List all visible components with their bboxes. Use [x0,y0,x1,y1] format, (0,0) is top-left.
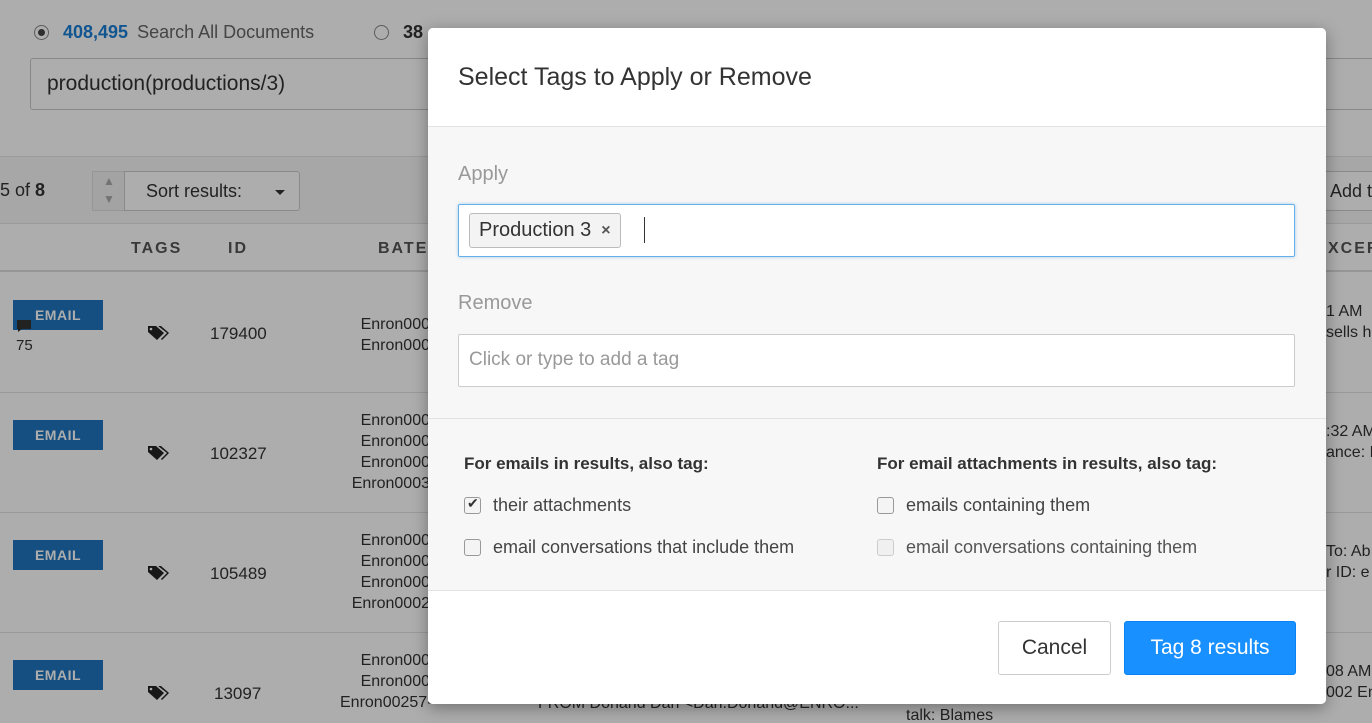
tag-attachments-option[interactable]: their attachments [464,495,631,516]
option-label: email conversations that include them [493,537,795,557]
cancel-button[interactable]: Cancel [998,621,1111,675]
apply-tag-input[interactable]: Production 3 × [458,204,1295,257]
tag-conversations-checkbox[interactable] [464,539,481,556]
tag-modal: Select Tags to Apply or Remove Apply Pro… [428,28,1326,704]
remove-label: Remove [458,292,533,314]
modal-header: Select Tags to Apply or Remove [428,28,1326,127]
tag-chip: Production 3 × [469,213,621,248]
tag-containing-conversations-option: email conversations containing them [877,537,1197,558]
option-label: their attachments [493,495,632,515]
tag-chip-label: Production 3 [479,219,592,241]
option-label: email conversations containing them [906,537,1198,557]
attachments-options-heading: For email attachments in results, also t… [877,454,1218,473]
remove-chip-icon[interactable]: × [601,222,610,240]
apply-label: Apply [458,163,509,185]
emails-options-heading: For emails in results, also tag: [464,454,709,473]
modal-title: Select Tags to Apply or Remove [458,63,812,91]
tag-attachments-checkbox[interactable] [464,495,481,514]
tag-results-button[interactable]: Tag 8 results [1124,621,1296,675]
text-cursor [644,217,645,243]
tag-containing-emails-option[interactable]: emails containing them [877,495,1090,516]
tag-conversations-option[interactable]: email conversations that include them [464,537,794,558]
remove-tag-placeholder: Click or type to add a tag [469,349,680,370]
modal-footer: Cancel Tag 8 results [428,591,1326,704]
modal-tag-section: Apply Production 3 × Remove Click or typ… [428,127,1326,419]
tag-containing-conversations-checkbox [877,539,894,556]
modal-options: For emails in results, also tag: their a… [428,419,1326,591]
remove-tag-input[interactable]: Click or type to add a tag [458,334,1295,387]
option-label: emails containing them [906,495,1091,515]
tag-containing-emails-checkbox[interactable] [877,497,894,514]
